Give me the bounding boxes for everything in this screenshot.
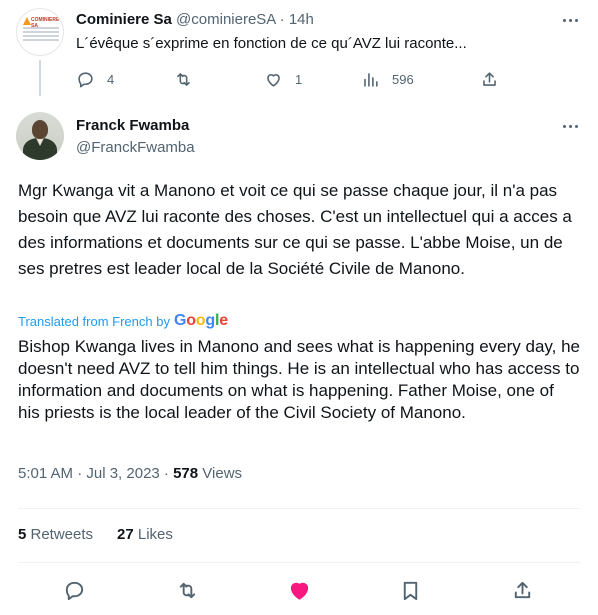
retweets-label: Retweets	[26, 526, 94, 543]
translation-attribution[interactable]: Translated from French by Google	[18, 310, 228, 332]
more-icon	[562, 18, 566, 22]
parent-like-count: 1	[295, 71, 303, 87]
heart-icon	[290, 582, 308, 600]
author-handle[interactable]: @FranckFwamba	[76, 138, 195, 158]
like-button[interactable]	[286, 577, 312, 603]
parent-author-handle[interactable]: @cominiereSA	[176, 11, 275, 28]
divider	[18, 508, 580, 509]
parent-share-button[interactable]	[480, 66, 499, 92]
cominiere-avatar[interactable]: COMINIERE SA	[16, 8, 64, 56]
likes-count: 27	[117, 526, 134, 543]
more-icon	[562, 124, 566, 128]
likes-stat[interactable]: 27 Likes	[117, 525, 173, 545]
views-icon	[364, 72, 378, 87]
separator-dot: ·	[279, 11, 285, 28]
reply-icon	[65, 581, 83, 600]
parent-more-button[interactable]	[560, 10, 580, 30]
bookmark-button[interactable]	[397, 577, 423, 603]
retweets-stat[interactable]: 5 Retweets	[18, 525, 93, 545]
bookmark-icon	[403, 581, 417, 600]
retweet-icon	[177, 72, 190, 86]
translated-label: Translated from French by	[18, 313, 170, 329]
views-label: Views	[198, 465, 243, 482]
logo-lines	[23, 27, 59, 43]
cominiere-logo-icon	[23, 17, 31, 25]
share-icon	[514, 581, 530, 598]
parent-author-name[interactable]: Cominiere Sa	[76, 11, 172, 28]
parent-tweet[interactable]: COMINIERE SA Cominiere Sa @cominiereSA ·…	[0, 0, 598, 100]
parent-view-count: 596	[392, 71, 414, 87]
tweet-text: Mgr Kwanga vit a Manono et voit ce qui s…	[18, 181, 572, 278]
tweet-meta: 5:01 AM · Jul 3, 2023 · 578 Views	[18, 464, 242, 484]
retweet-icon	[179, 582, 195, 598]
likes-label: Likes	[133, 526, 173, 543]
main-more-button[interactable]	[560, 116, 580, 136]
parent-tweet-text: L´évêque s´exprime en fonction de ce qu´…	[76, 35, 467, 52]
main-action-bar	[0, 575, 598, 605]
share-icon	[483, 71, 496, 86]
share-button[interactable]	[509, 577, 535, 603]
avatar-head	[32, 120, 48, 139]
parent-like-button[interactable]: 1	[264, 66, 302, 92]
tweet-timestamp[interactable]: 5:01 AM · Jul 3, 2023 ·	[18, 465, 173, 482]
parent-retweet-button[interactable]	[174, 66, 193, 92]
parent-reply-count: 4	[107, 71, 115, 87]
translated-text: Bishop Kwanga lives in Manono and sees w…	[18, 337, 580, 422]
reply-button[interactable]	[61, 577, 87, 603]
google-logo-icon: Google	[173, 312, 228, 329]
thread-connector-line	[39, 60, 41, 96]
retweet-button[interactable]	[174, 577, 200, 603]
parent-views-button[interactable]: 596	[361, 66, 414, 92]
franck-fwamba-avatar[interactable]	[16, 112, 64, 160]
divider	[18, 562, 580, 563]
parent-tweet-time[interactable]: 14h	[289, 11, 314, 28]
parent-reply-button[interactable]: 4	[76, 66, 114, 92]
like-icon	[267, 73, 280, 87]
views-count: 578	[173, 465, 199, 482]
author-name[interactable]: Franck Fwamba	[76, 116, 189, 136]
parent-tweet-header: Cominiere Sa @cominiereSA · 14h	[76, 10, 314, 30]
reply-icon	[78, 71, 93, 87]
